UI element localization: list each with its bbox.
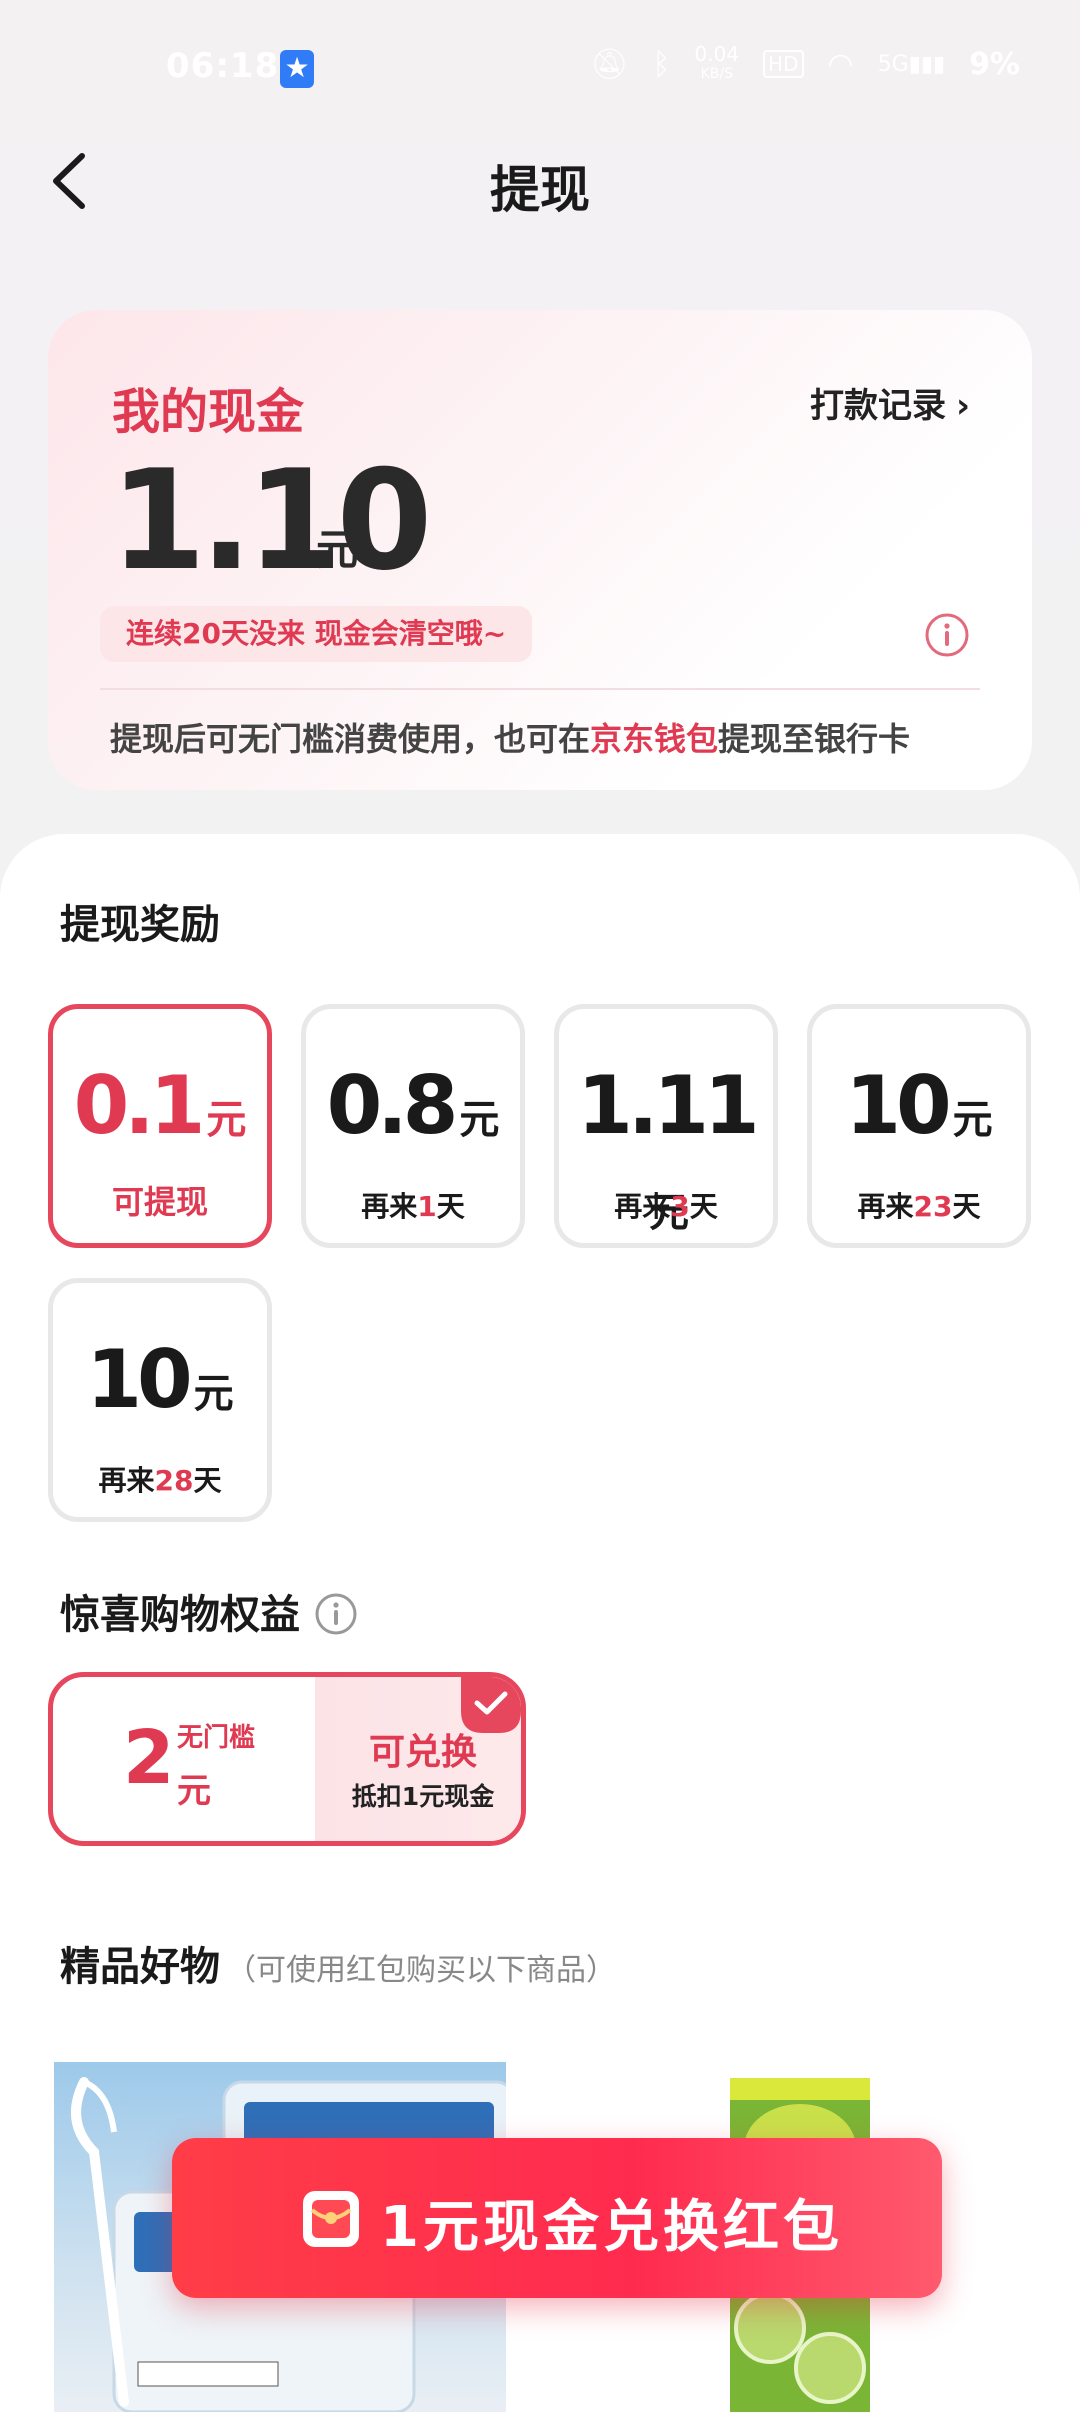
reward-unit: 元 bbox=[459, 1097, 500, 1143]
exchange-redpacket-button[interactable]: 1元现金兑换红包 bbox=[172, 2138, 942, 2298]
cash-amount: 1.10 bbox=[110, 440, 432, 601]
days-count: 1 bbox=[417, 1190, 437, 1223]
days-count: 28 bbox=[154, 1464, 194, 1497]
reward-label: 再来3天 bbox=[559, 1185, 773, 1225]
reward-amount: 10 元 bbox=[53, 1333, 267, 1426]
coupon-value: 2 无门槛 元 bbox=[53, 1677, 315, 1841]
coupon-note: 抵扣1元现金 bbox=[351, 1782, 495, 1811]
net-speed: 0.04 KB/S bbox=[695, 44, 740, 84]
hd-icon: HD bbox=[763, 50, 804, 78]
cash-description: 提现后可无门槛消费使用，也可在京东钱包提现至银行卡 bbox=[110, 714, 910, 760]
coupon-card[interactable]: 2 无门槛 元 可兑换 抵扣1元现金 bbox=[48, 1672, 526, 1846]
mute-icon: 🔕︎ bbox=[590, 46, 629, 82]
desc-suffix: 提现至银行卡 bbox=[718, 720, 911, 758]
coupon-unit: 元 bbox=[177, 1771, 211, 1811]
net-speed-unit: KB/S bbox=[700, 66, 733, 82]
reward-amount-value: 0.1 bbox=[73, 1059, 206, 1152]
status-bar: 06:18 ★ 🔕︎ ᛒ 0.04 KB/S HD ◠ 5G▮▮▮ 9% bbox=[0, 0, 1080, 140]
red-packet-icon bbox=[300, 2188, 362, 2250]
label-suffix: 天 bbox=[952, 1190, 981, 1223]
signal-icon: 5G▮▮▮ bbox=[877, 51, 946, 77]
cash-title: 我的现金 bbox=[112, 384, 305, 440]
card-divider bbox=[100, 688, 980, 690]
expiry-warning: 连续20天没来 现金会清空哦~ bbox=[100, 606, 533, 662]
label-prefix: 再来 bbox=[614, 1190, 671, 1223]
check-icon bbox=[461, 1677, 521, 1733]
cta-label: 1元现金兑换红包 bbox=[380, 2195, 843, 2260]
benefits-title: 惊喜购物权益 bbox=[60, 1582, 358, 1640]
reward-amount-value: 10 bbox=[86, 1333, 192, 1426]
signal-label: 5G bbox=[877, 51, 909, 77]
cash-unit: 元 bbox=[316, 525, 359, 574]
coupon-amount: 2 bbox=[123, 1715, 175, 1801]
reward-label: 再来23天 bbox=[812, 1185, 1026, 1225]
benefits-title-text: 惊喜购物权益 bbox=[60, 1592, 300, 1638]
net-speed-value: 0.04 bbox=[694, 42, 740, 66]
days-count: 23 bbox=[913, 1190, 953, 1223]
jd-wallet-link[interactable]: 京东钱包 bbox=[590, 720, 718, 758]
status-icons: 🔕︎ ᛒ 0.04 KB/S HD ◠ 5G▮▮▮ 9% bbox=[590, 44, 1020, 84]
label-prefix: 再来 bbox=[98, 1464, 155, 1497]
reward-amount-value: 10 bbox=[845, 1059, 951, 1152]
label-suffix: 天 bbox=[193, 1464, 222, 1497]
reward-label: 再来28天 bbox=[53, 1459, 267, 1499]
wifi-icon: ◠ bbox=[827, 46, 854, 82]
reward-amount-value: 1.11 bbox=[577, 1059, 759, 1152]
reward-card[interactable]: 10 元 再来23天 bbox=[807, 1004, 1031, 1248]
reward-label: 再来1天 bbox=[306, 1185, 520, 1225]
label-suffix: 天 bbox=[689, 1190, 718, 1223]
desc-prefix: 提现后可无门槛消费使用，也可在 bbox=[110, 720, 591, 758]
reward-unit: 元 bbox=[193, 1371, 234, 1417]
reward-amount: 10 元 bbox=[812, 1059, 1026, 1152]
reward-amount: 0.1 元 bbox=[53, 1059, 267, 1152]
cash-card: 我的现金 打款记录 › 1.10 元 连续20天没来 现金会清空哦~ 提现后可无门… bbox=[48, 310, 1032, 790]
info-icon[interactable] bbox=[924, 612, 970, 658]
label-suffix: 天 bbox=[436, 1190, 465, 1223]
payment-record-label: 打款记录 bbox=[809, 386, 946, 426]
info-icon[interactable] bbox=[314, 1592, 358, 1636]
goods-title: 精品好物 （可使用红包购买以下商品） bbox=[60, 1934, 616, 1992]
battery-text: 9% bbox=[969, 46, 1020, 82]
reward-card[interactable]: 0.8 元 再来1天 bbox=[301, 1004, 525, 1248]
rewards-title: 提现奖励 bbox=[60, 902, 220, 948]
reward-card[interactable]: 1.11元 再来3天 bbox=[554, 1004, 778, 1248]
chevron-right-icon: › bbox=[955, 386, 970, 426]
goods-title-text: 精品好物 bbox=[60, 1944, 220, 1990]
page-title: 提现 bbox=[490, 161, 590, 219]
label-prefix: 再来 bbox=[361, 1190, 418, 1223]
reward-amount: 0.8 元 bbox=[306, 1059, 520, 1152]
reward-unit: 元 bbox=[206, 1097, 247, 1143]
status-time: 06:18 bbox=[166, 46, 280, 86]
notification-app-icon: ★ bbox=[280, 50, 314, 88]
label-prefix: 再来 bbox=[857, 1190, 914, 1223]
bluetooth-icon: ᛒ bbox=[652, 46, 671, 82]
goods-subtitle: （可使用红包购买以下商品） bbox=[226, 1953, 616, 1988]
days-count: 3 bbox=[670, 1190, 690, 1223]
payment-record-link[interactable]: 打款记录 › bbox=[810, 378, 970, 427]
reward-unit: 元 bbox=[952, 1097, 993, 1143]
reward-amount-value: 0.8 bbox=[326, 1059, 459, 1152]
coupon-tag: 无门槛 bbox=[177, 1723, 256, 1753]
reward-label: 可提现 bbox=[111, 1183, 208, 1221]
reward-card[interactable]: 10 元 再来28天 bbox=[48, 1278, 272, 1522]
reward-card[interactable]: 0.1 元 可提现 bbox=[48, 1004, 272, 1248]
